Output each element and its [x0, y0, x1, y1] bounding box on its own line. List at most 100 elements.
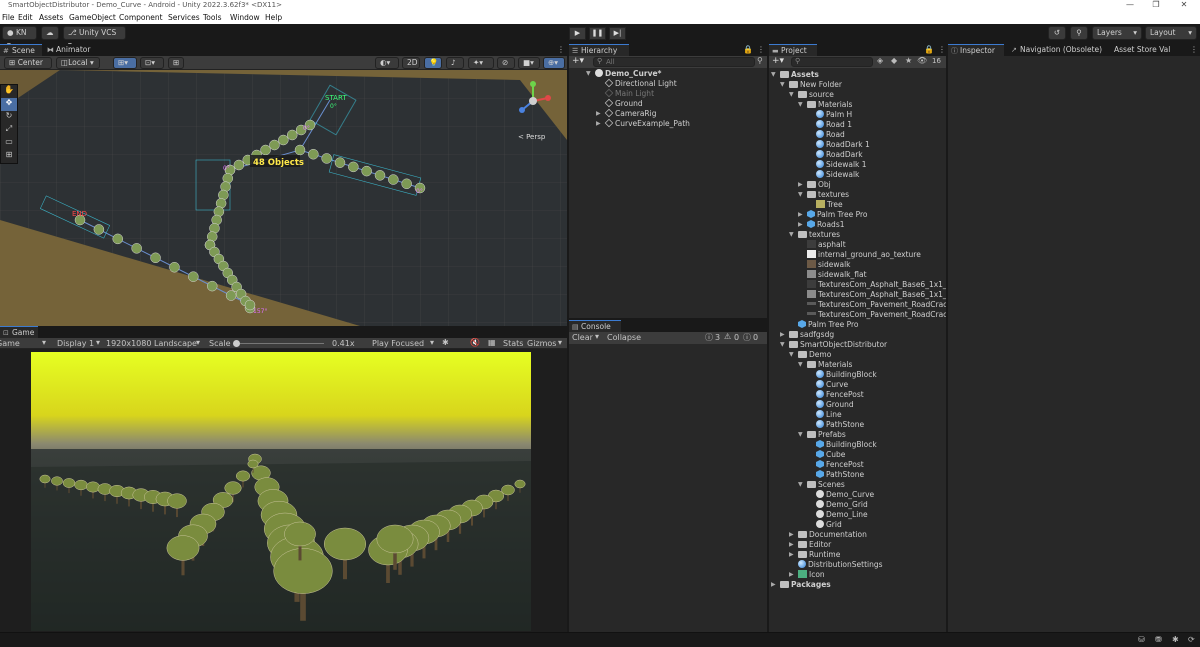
progress-icon[interactable]: ⟳ — [1188, 635, 1195, 644]
menu-component[interactable]: Component — [119, 13, 163, 22]
chevron-down-icon[interactable]: ▼ — [789, 230, 794, 240]
chevron-right-icon[interactable]: ▶ — [789, 530, 794, 540]
divider[interactable] — [946, 44, 948, 632]
chevron-down-icon[interactable]: ▾ — [595, 332, 599, 341]
project-item[interactable]: ▼ Scenes — [769, 480, 946, 490]
space-dropdown[interactable]: ◫Local ▾ — [56, 57, 100, 69]
maximize-button[interactable]: ❐ — [1144, 0, 1168, 12]
project-item[interactable]: Tree — [769, 200, 946, 210]
project-item[interactable]: ▶ Icon — [769, 570, 946, 580]
chevron-right-icon[interactable]: ▶ — [789, 550, 794, 560]
tab-game[interactable]: ⊡ Game — [0, 326, 38, 338]
project-item[interactable]: ▼ textures — [769, 230, 946, 240]
kebab-menu-icon[interactable]: ⋮ — [757, 45, 765, 54]
divider[interactable] — [767, 44, 769, 632]
chevron-right-icon[interactable]: ▶ — [798, 210, 803, 220]
project-search-input[interactable]: ⚲ — [791, 57, 873, 67]
scale-slider[interactable] — [234, 343, 324, 344]
tab-asset-store-validator[interactable]: Asset Store Val — [1106, 44, 1176, 56]
chevron-right-icon[interactable]: ▶ — [771, 580, 776, 590]
persp-label[interactable]: < Persp — [518, 133, 546, 141]
minimize-button[interactable]: — — [1118, 0, 1142, 12]
project-item[interactable]: ▼ Materials — [769, 360, 946, 370]
project-item[interactable]: DistributionSettings — [769, 560, 946, 570]
project-item[interactable]: FencePost — [769, 460, 946, 470]
scene-viewport[interactable]: START 0° END 0° 0° 0° 157° 48 Objects < … — [0, 70, 567, 326]
project-item[interactable]: ▼ Assets — [769, 70, 946, 80]
project-item[interactable]: TexturesCom_Pavement_RoadCracks — [769, 310, 956, 320]
add-icon[interactable]: +▾ — [772, 56, 784, 66]
kebab-menu-icon[interactable]: ⋮ — [1190, 45, 1198, 54]
view-dropdown[interactable]: Game — [0, 339, 20, 348]
project-item[interactable]: BuildingBlock — [769, 370, 946, 380]
chevron-down-icon[interactable]: ▼ — [780, 80, 785, 90]
chevron-right-icon[interactable]: ▶ — [798, 180, 803, 190]
project-item[interactable]: TexturesCom_Asphalt_Base6_1x1_512 — [769, 280, 961, 290]
kebab-menu-icon[interactable]: ⋮ — [938, 45, 946, 54]
menu-gameobject[interactable]: GameObject — [69, 13, 116, 22]
project-item[interactable]: BuildingBlock — [769, 440, 946, 450]
favorite-icon[interactable]: ★ — [905, 56, 912, 65]
chevron-down-icon[interactable]: ▼ — [789, 90, 794, 100]
chevron-down-icon[interactable]: ▼ — [798, 430, 803, 440]
project-item[interactable]: RoadDark 1 — [769, 140, 946, 150]
network-icon[interactable]: ⛁ — [1138, 635, 1145, 644]
snap-button[interactable]: ⊡▾ — [140, 57, 164, 69]
collapse-button[interactable]: Collapse — [607, 333, 641, 342]
warning-icon[interactable]: ⚠ — [724, 332, 731, 341]
audio-toggle[interactable]: ♪ — [446, 57, 464, 69]
add-icon[interactable]: +▾ — [572, 56, 584, 66]
chevron-down-icon[interactable]: ▼ — [780, 340, 785, 350]
info-icon[interactable]: ⓘ — [705, 332, 713, 343]
project-item[interactable]: ▶ sadfgsdg — [769, 330, 946, 340]
chevron-down-icon[interactable]: ▼ — [798, 100, 803, 110]
chevron-right-icon[interactable]: ▶ — [596, 119, 601, 129]
menu-assets[interactable]: Assets — [39, 13, 63, 22]
rect-tool-icon[interactable]: ▭ — [1, 137, 17, 150]
project-item[interactable]: PathStone — [769, 470, 946, 480]
project-item[interactable]: TexturesCom_Asphalt_Base6_1x1_512 — [769, 290, 961, 300]
grid-snap-button[interactable]: ⊞▾ — [113, 57, 137, 69]
tab-inspector[interactable]: ⓘ Inspector — [948, 44, 1004, 56]
menu-tools[interactable]: Tools — [203, 13, 221, 22]
pivot-dropdown[interactable]: ⊞ Center ▾ — [4, 57, 52, 77]
cloud-button[interactable]: ☁ — [41, 26, 59, 40]
chevron-down-icon[interactable]: ▼ — [798, 480, 803, 490]
project-item[interactable]: Road — [769, 130, 946, 140]
project-item[interactable]: asphalt — [769, 240, 946, 250]
mute-icon[interactable]: 🔇 — [470, 338, 480, 347]
layers-dropdown[interactable]: Layers ▾ — [1092, 26, 1142, 40]
pause-button[interactable]: ❚❚ — [589, 27, 606, 40]
vcs-dropdown[interactable]: ⎇ Unity VCS ▾ — [63, 26, 126, 49]
project-item[interactable]: Palm H — [769, 110, 946, 120]
project-item[interactable]: ▼ Materials — [769, 100, 946, 110]
project-item[interactable]: Line — [769, 410, 946, 420]
bug-icon[interactable]: ✱ — [442, 338, 449, 347]
account-dropdown[interactable]: ● KN ▾ — [2, 26, 37, 49]
chevron-right-icon[interactable]: ▶ — [789, 570, 794, 580]
chevron-right-icon[interactable]: ▶ — [798, 220, 803, 230]
project-item[interactable]: ▼ Prefabs — [769, 430, 946, 440]
hierarchy-item[interactable]: Ground — [569, 98, 767, 109]
project-item[interactable]: Demo_Grid — [769, 500, 946, 510]
project-item[interactable]: Ground — [769, 400, 946, 410]
search-options-icon[interactable]: ⚲ — [757, 56, 763, 65]
play-mode-dropdown[interactable]: Play Focused — [372, 339, 424, 348]
chevron-right-icon[interactable]: ▶ — [789, 540, 794, 550]
rotate-tool-icon[interactable]: ↻ — [1, 111, 17, 124]
cache-icon[interactable]: ⛃ — [1155, 635, 1162, 644]
scale-slider-handle[interactable] — [233, 340, 240, 347]
project-item[interactable]: ▶ Roads1 — [769, 220, 946, 230]
tab-console[interactable]: ▤ Console — [569, 320, 621, 332]
hand-tool-icon[interactable]: ✋ — [1, 85, 17, 98]
tab-navigation[interactable]: ↗ Navigation (Obsolete) — [1008, 44, 1113, 56]
step-button[interactable]: ▶| — [609, 27, 626, 40]
project-item[interactable]: ▶ Runtime — [769, 550, 946, 560]
close-button[interactable]: ✕ — [1172, 0, 1196, 12]
project-item[interactable]: ▼ New Folder — [769, 80, 946, 90]
project-item[interactable]: ▶ Packages — [769, 580, 946, 590]
game-view[interactable] — [0, 349, 567, 632]
filter-type-icon[interactable]: ◈ — [877, 56, 883, 65]
menu-help[interactable]: Help — [265, 13, 282, 22]
chevron-right-icon[interactable]: ▶ — [596, 109, 601, 119]
